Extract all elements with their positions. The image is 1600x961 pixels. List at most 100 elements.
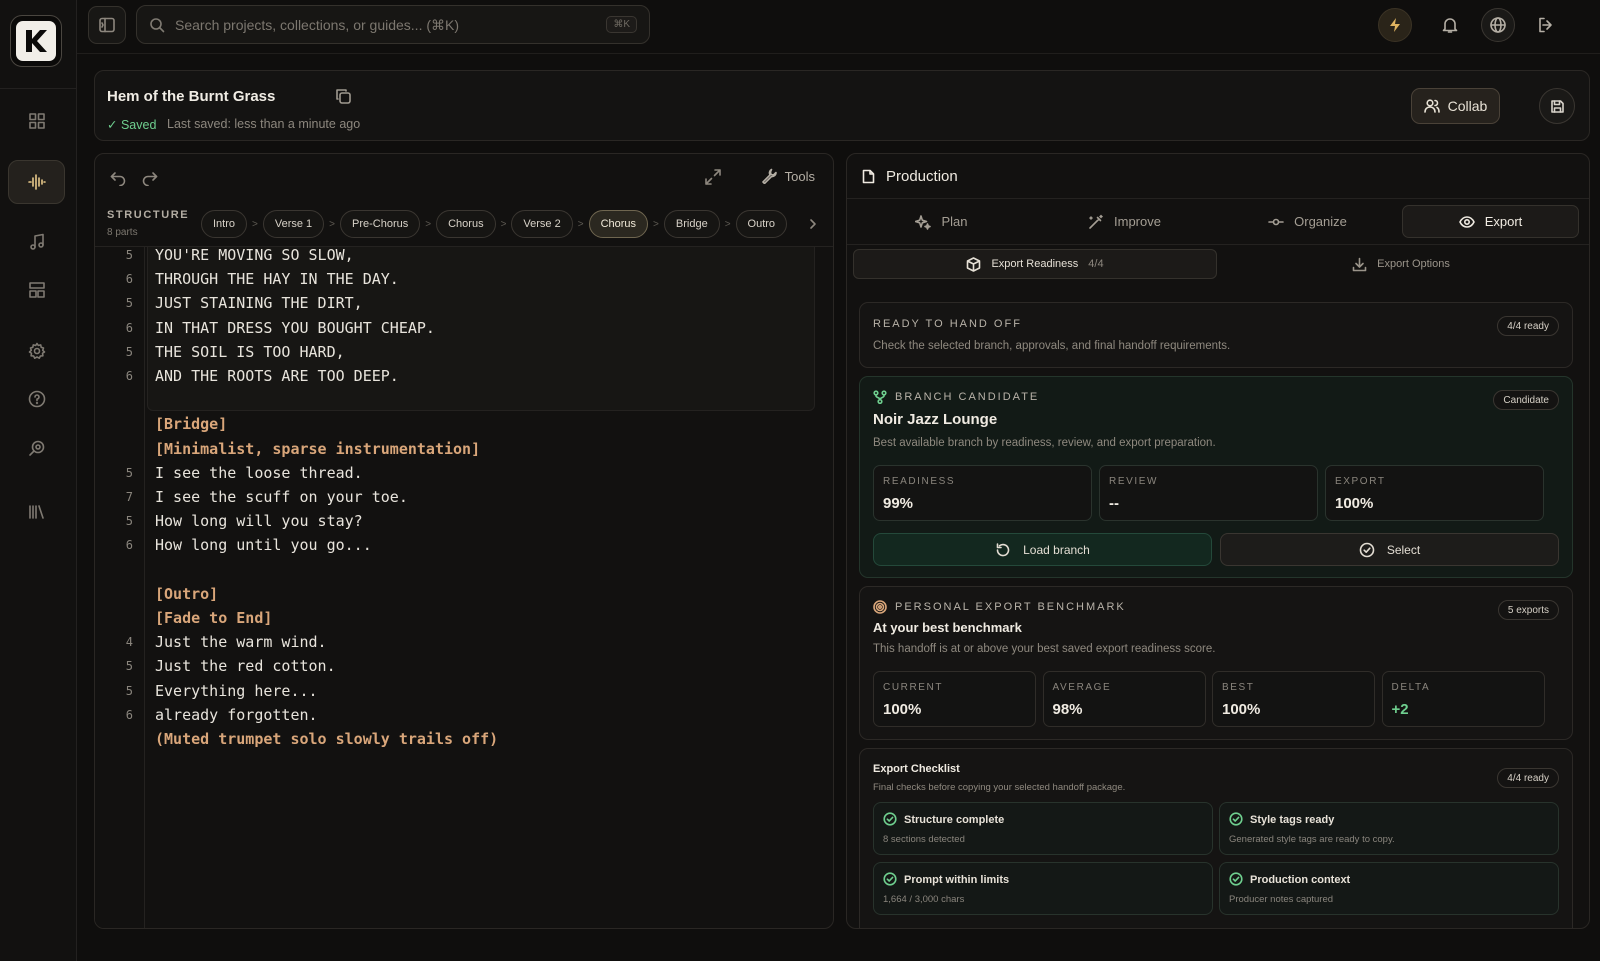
subtab-export-readiness[interactable]: Export Readiness 4/4 (853, 249, 1217, 279)
panel-toggle-button[interactable] (88, 6, 126, 44)
tab-plan[interactable]: Plan (853, 205, 1030, 238)
lyric-line[interactable]: [Fade to End] (95, 606, 833, 630)
load-branch-button[interactable]: Load branch (873, 533, 1212, 566)
checklist-item-description: Producer notes captured (1229, 894, 1334, 905)
editor-toolbar: Tools (95, 154, 833, 201)
lyric-text: YOU'RE MOVING SO SLOW, (155, 247, 354, 264)
sidebar-help-icon[interactable] (8, 377, 65, 421)
select-branch-button[interactable]: Select (1220, 533, 1559, 566)
search-input[interactable] (175, 16, 607, 33)
lyric-line[interactable]: [Minimalist, sparse instrumentation] (95, 437, 833, 461)
sidebar-support-icon[interactable] (8, 426, 65, 470)
tab-organize[interactable]: Organize (1219, 205, 1396, 238)
lyrics-body[interactable]: 5 YOU'RE MOVING SO SLOW, 6 THROUGH THE HAY … (95, 247, 833, 928)
expand-icon[interactable] (704, 168, 722, 186)
lyric-line[interactable]: [Bridge] (95, 412, 833, 436)
sidebar-music-note-icon[interactable] (8, 220, 65, 264)
handoff-description: Check the selected branch, approvals, an… (873, 340, 1231, 352)
undo-icon[interactable] (109, 168, 127, 186)
target-icon (873, 600, 887, 614)
syllable-count: 6 (125, 272, 133, 287)
metric-value: -- (1109, 495, 1119, 512)
section-chip[interactable]: Chorus (436, 210, 496, 238)
tab-export[interactable]: Export (1402, 205, 1579, 238)
k-logo-icon (26, 30, 47, 52)
syllable-count: 5 (125, 344, 133, 359)
sidebar-layout-icon[interactable] (8, 268, 65, 312)
lyric-text: THROUGH THE HAY IN THE DAY. (155, 270, 399, 289)
lyric-line[interactable]: 5 JUST STAINING THE DIRT, (95, 291, 833, 315)
lyric-line[interactable] (95, 558, 833, 582)
sidebar-dashboard-icon[interactable] (8, 99, 65, 143)
metric-label: CURRENT (883, 682, 944, 693)
last-saved-text: Last saved: less than a minute ago (167, 117, 361, 131)
notification-bell-icon[interactable] (1433, 8, 1467, 42)
lyric-line[interactable]: 5 I see the loose thread. (95, 461, 833, 485)
search-bar[interactable]: ⌘K (136, 5, 650, 44)
export-subtabs: Export Readiness 4/4 Export Options (847, 245, 1589, 287)
section-chip[interactable]: Pre-Chorus (340, 210, 421, 238)
lyric-line[interactable]: 6 THROUGH THE HAY IN THE DAY. (95, 267, 833, 291)
save-button[interactable] (1539, 88, 1575, 124)
copy-icon[interactable] (335, 88, 352, 105)
metric-label: EXPORT (1335, 476, 1386, 487)
lyric-line[interactable]: 6 already forgotten. (95, 703, 833, 727)
metric-label: BEST (1222, 682, 1255, 693)
lyric-line[interactable]: (Muted trumpet solo slowly trails off) (95, 727, 833, 751)
lyric-line[interactable]: 5 Everything here... (95, 679, 833, 703)
lyric-line[interactable]: 5 YOU'RE MOVING SO SLOW, (95, 247, 833, 267)
lyric-line[interactable]: 5 Just the red cotton. (95, 654, 833, 678)
export-checklist-card: Export Checklist Final checks before cop… (859, 748, 1573, 928)
lyric-line[interactable] (95, 388, 833, 412)
sidebar-settings-gear-icon[interactable] (8, 329, 65, 373)
tab-improve[interactable]: Improve (1036, 205, 1213, 238)
chevron-right-icon[interactable] (807, 218, 819, 230)
subtab-export-options[interactable]: Export Options (1219, 249, 1583, 279)
syllable-count: 5 (125, 248, 133, 262)
section-chip[interactable]: Intro (201, 210, 248, 238)
check-circle-icon (883, 872, 897, 886)
tools-button[interactable]: Tools (761, 168, 815, 184)
section-chip[interactable]: Verse 1 (262, 210, 325, 238)
syllable-count: 6 (125, 369, 133, 383)
sidebar-library-icon[interactable] (8, 490, 65, 534)
metric-label: AVERAGE (1052, 682, 1112, 693)
checklist-item-description: Generated style tags are ready to copy. (1229, 834, 1395, 845)
syllable-count: 6 (125, 320, 133, 335)
section-chip[interactable]: Outro (735, 210, 788, 238)
search-icon (150, 17, 165, 32)
document-title[interactable]: Hem of the Burnt Grass (107, 88, 275, 105)
lyric-line[interactable]: 6 AND THE ROOTS ARE TOO DEEP. (95, 364, 833, 388)
section-chip[interactable]: Chorus (588, 210, 649, 238)
benchmark-description: This handoff is at or above your best sa… (873, 643, 1216, 655)
lyrics-editor: Tools STRUCTURE 8 parts Intro > Verse 1 > Pr… (94, 153, 834, 929)
app-logo[interactable] (10, 15, 62, 67)
save-floppy-icon (1550, 99, 1564, 113)
tab-organize-label: Organize (1294, 214, 1347, 229)
sparkles-icon (915, 214, 932, 230)
checklist-item-description: 8 sections detected (883, 834, 965, 845)
check-circle-icon (1359, 542, 1375, 557)
redo-icon[interactable] (141, 168, 159, 186)
branch-icon (873, 390, 887, 404)
collab-button[interactable]: Collab (1411, 88, 1500, 124)
checklist-item: Production context Producer notes capture… (1219, 862, 1559, 915)
sidebar-waveform-icon[interactable] (8, 160, 65, 204)
lyric-line[interactable]: 6 IN THAT DRESS YOU BOUGHT CHEAP. (95, 316, 833, 340)
lyric-line[interactable]: 7 I see the scuff on your toe. (95, 485, 833, 509)
lyric-line[interactable]: 4 Just the warm wind. (95, 630, 833, 654)
section-chip[interactable]: Verse 2 (511, 210, 573, 238)
bolt-icon[interactable] (1378, 8, 1412, 42)
chip-separator-icon: > (500, 218, 507, 230)
logout-icon[interactable] (1529, 8, 1563, 42)
lyric-line[interactable]: [Outro] (95, 582, 833, 606)
lyric-text: AND THE ROOTS ARE TOO DEEP. (155, 367, 399, 385)
benchmark-metric: AVERAGE 98% (1042, 671, 1206, 727)
section-chip[interactable]: Bridge (663, 210, 720, 238)
lyric-line[interactable]: 5 THE SOIL IS TOO HARD, (95, 340, 833, 364)
lyric-line[interactable]: 5 How long will you stay? (95, 509, 833, 533)
tools-label: Tools (784, 168, 815, 184)
globe-language-icon[interactable] (1481, 8, 1515, 42)
check-circle-icon (1229, 812, 1243, 826)
lyric-line[interactable]: 6 How long until you go... (95, 533, 833, 557)
